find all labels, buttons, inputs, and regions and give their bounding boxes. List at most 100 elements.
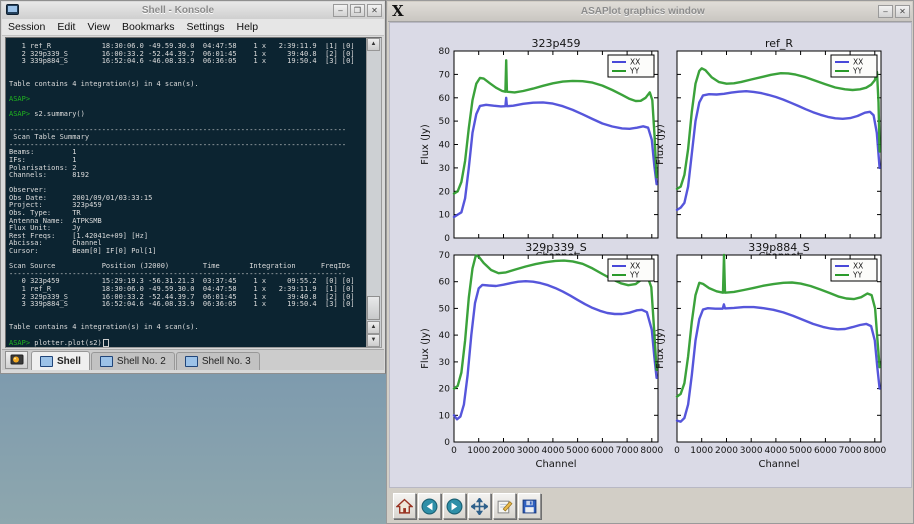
svg-text:10: 10 xyxy=(439,211,451,221)
scroll-down-icon[interactable]: ▼ xyxy=(367,334,380,347)
svg-text:Flux (Jy): Flux (Jy) xyxy=(655,124,666,165)
back-icon xyxy=(421,498,438,515)
svg-text:3000: 3000 xyxy=(740,446,763,456)
svg-text:Flux (Jy): Flux (Jy) xyxy=(655,328,666,369)
terminal-screen-icon xyxy=(100,356,113,367)
svg-text:4000: 4000 xyxy=(541,446,564,456)
svg-text:Flux (Jy): Flux (Jy) xyxy=(420,328,431,369)
svg-text:6000: 6000 xyxy=(814,446,837,456)
menu-bar: SessionEditViewBookmarksSettingsHelp xyxy=(2,19,384,36)
svg-text:Flux (Jy): Flux (Jy) xyxy=(420,124,431,165)
figure-canvas: 01020304050607080XXYYChannelFlux (Jy)323… xyxy=(389,22,912,488)
plot-window: X ASAPlot graphics window –✕ 0 10 20 30 40 50… xyxy=(386,0,914,524)
scroll-thumb[interactable] xyxy=(367,296,380,320)
svg-text:0: 0 xyxy=(444,234,450,244)
edit-subplots-icon xyxy=(496,498,513,515)
terminal-titlebar[interactable]: Shell - Konsole –❒✕ xyxy=(2,2,384,20)
forward-icon xyxy=(446,498,463,515)
pan-icon xyxy=(471,498,488,515)
terminal-line: Channels: 8192 xyxy=(9,172,365,180)
plot-window-title: ASAPlot graphics window xyxy=(408,6,878,17)
terminal-line: ASAP> xyxy=(9,96,365,104)
forward-button[interactable] xyxy=(443,493,466,519)
terminal-output[interactable]: 1 ref_R 18:30:06.0 -49.59.30.0 04:47:58 … xyxy=(9,43,365,347)
pan-button[interactable] xyxy=(468,493,491,519)
subplot-329p339_S: 0100020003000400050006000700080000102030… xyxy=(420,241,664,470)
svg-text:YY: YY xyxy=(629,271,640,280)
subplot-339p884_S: 010002000300040005000600070008000XXYYCha… xyxy=(655,241,887,470)
svg-text:6000: 6000 xyxy=(591,446,614,456)
plot-titlebar[interactable]: X ASAPlot graphics window –✕ xyxy=(388,2,912,22)
save-button[interactable] xyxy=(518,493,541,519)
terminal-line: Table contains 4 integration(s) in 4 sca… xyxy=(9,324,365,332)
terminal-screen-icon xyxy=(185,356,198,367)
terminal-line xyxy=(9,89,365,97)
svg-text:XX: XX xyxy=(630,262,640,271)
svg-text:339p884_S: 339p884_S xyxy=(748,241,809,254)
terminal-view[interactable]: 1 ref_R 18:30:06.0 -49.59.30.0 04:47:58 … xyxy=(5,37,382,348)
save-icon xyxy=(521,498,538,515)
plot-close-button[interactable]: ✕ xyxy=(895,5,910,18)
terminal-minimize-button[interactable]: – xyxy=(333,4,348,17)
svg-text:0: 0 xyxy=(451,446,457,456)
x11-logo-icon: X xyxy=(388,3,408,20)
svg-text:40: 40 xyxy=(439,331,451,341)
menu-item-edit[interactable]: Edit xyxy=(51,21,81,33)
svg-text:YY: YY xyxy=(852,271,863,280)
tab-shell-no-2[interactable]: Shell No. 2 xyxy=(91,352,175,370)
menu-item-session[interactable]: Session xyxy=(2,21,51,33)
subplot-323p459: 01020304050607080XXYYChannelFlux (Jy)323… xyxy=(420,37,658,262)
svg-text:80: 80 xyxy=(439,47,451,57)
svg-text:5000: 5000 xyxy=(789,446,812,456)
desktop: Shell - Konsole –❒✕ SessionEditViewBookm… xyxy=(0,0,914,524)
svg-text:50: 50 xyxy=(439,117,451,127)
svg-text:60: 60 xyxy=(439,278,451,288)
svg-text:ref_R: ref_R xyxy=(765,37,793,50)
svg-text:1000: 1000 xyxy=(467,446,490,456)
konsole-icon xyxy=(6,2,19,20)
home-button[interactable] xyxy=(393,493,416,519)
svg-text:50: 50 xyxy=(439,304,451,314)
terminal-line xyxy=(9,180,365,188)
scroll-up-icon[interactable]: ▲ xyxy=(367,38,380,51)
svg-text:20: 20 xyxy=(439,385,451,395)
svg-text:7000: 7000 xyxy=(616,446,639,456)
scroll-up-icon[interactable]: ▲ xyxy=(367,321,380,334)
menu-item-help[interactable]: Help xyxy=(231,21,265,33)
svg-text:30: 30 xyxy=(439,164,451,174)
svg-text:323p459: 323p459 xyxy=(532,37,581,50)
svg-text:1000: 1000 xyxy=(690,446,713,456)
svg-text:10: 10 xyxy=(439,411,451,421)
svg-text:4000: 4000 xyxy=(764,446,787,456)
menu-item-bookmarks[interactable]: Bookmarks xyxy=(116,21,181,33)
svg-text:30: 30 xyxy=(439,358,451,368)
window-title: Shell - Konsole xyxy=(23,5,333,16)
terminal-close-button[interactable]: ✕ xyxy=(367,4,382,17)
svg-text:70: 70 xyxy=(439,70,451,80)
menu-item-settings[interactable]: Settings xyxy=(181,21,231,33)
plot-toolbar xyxy=(389,490,912,523)
edit-subplots-button[interactable] xyxy=(493,493,516,519)
svg-text:2000: 2000 xyxy=(492,446,515,456)
new-session-button[interactable] xyxy=(5,351,28,369)
subplots-figure: 01020304050607080XXYYChannelFlux (Jy)323… xyxy=(390,23,911,487)
tab-shell[interactable]: Shell xyxy=(31,351,90,370)
svg-text:Channel: Channel xyxy=(758,459,799,470)
svg-text:YY: YY xyxy=(629,67,640,76)
new-session-icon xyxy=(10,354,24,366)
svg-text:XX: XX xyxy=(630,58,640,67)
svg-text:2000: 2000 xyxy=(715,446,738,456)
svg-text:329p339_S: 329p339_S xyxy=(525,241,586,254)
terminal-line: 3 339p884_S 16:52:04.6 -46.08.33.9 06:36… xyxy=(9,301,365,309)
svg-text:XX: XX xyxy=(853,58,863,67)
back-button[interactable] xyxy=(418,493,441,519)
terminal-maximize-button[interactable]: ❒ xyxy=(350,4,365,17)
terminal-line: Cursor: Beam[0] IF[0] Pol[1] xyxy=(9,248,365,256)
plot-minimize-button[interactable]: – xyxy=(878,5,893,18)
subplot-ref_R: XXYYChannelFlux (Jy)ref_R xyxy=(655,37,881,262)
svg-text:Channel: Channel xyxy=(535,459,576,470)
terminal-scrollbar[interactable]: ▲ ▲ ▼ xyxy=(366,38,381,347)
terminal-screen-icon xyxy=(40,356,53,367)
tab-shell-no-3[interactable]: Shell No. 3 xyxy=(176,352,260,370)
menu-item-view[interactable]: View xyxy=(81,21,116,33)
